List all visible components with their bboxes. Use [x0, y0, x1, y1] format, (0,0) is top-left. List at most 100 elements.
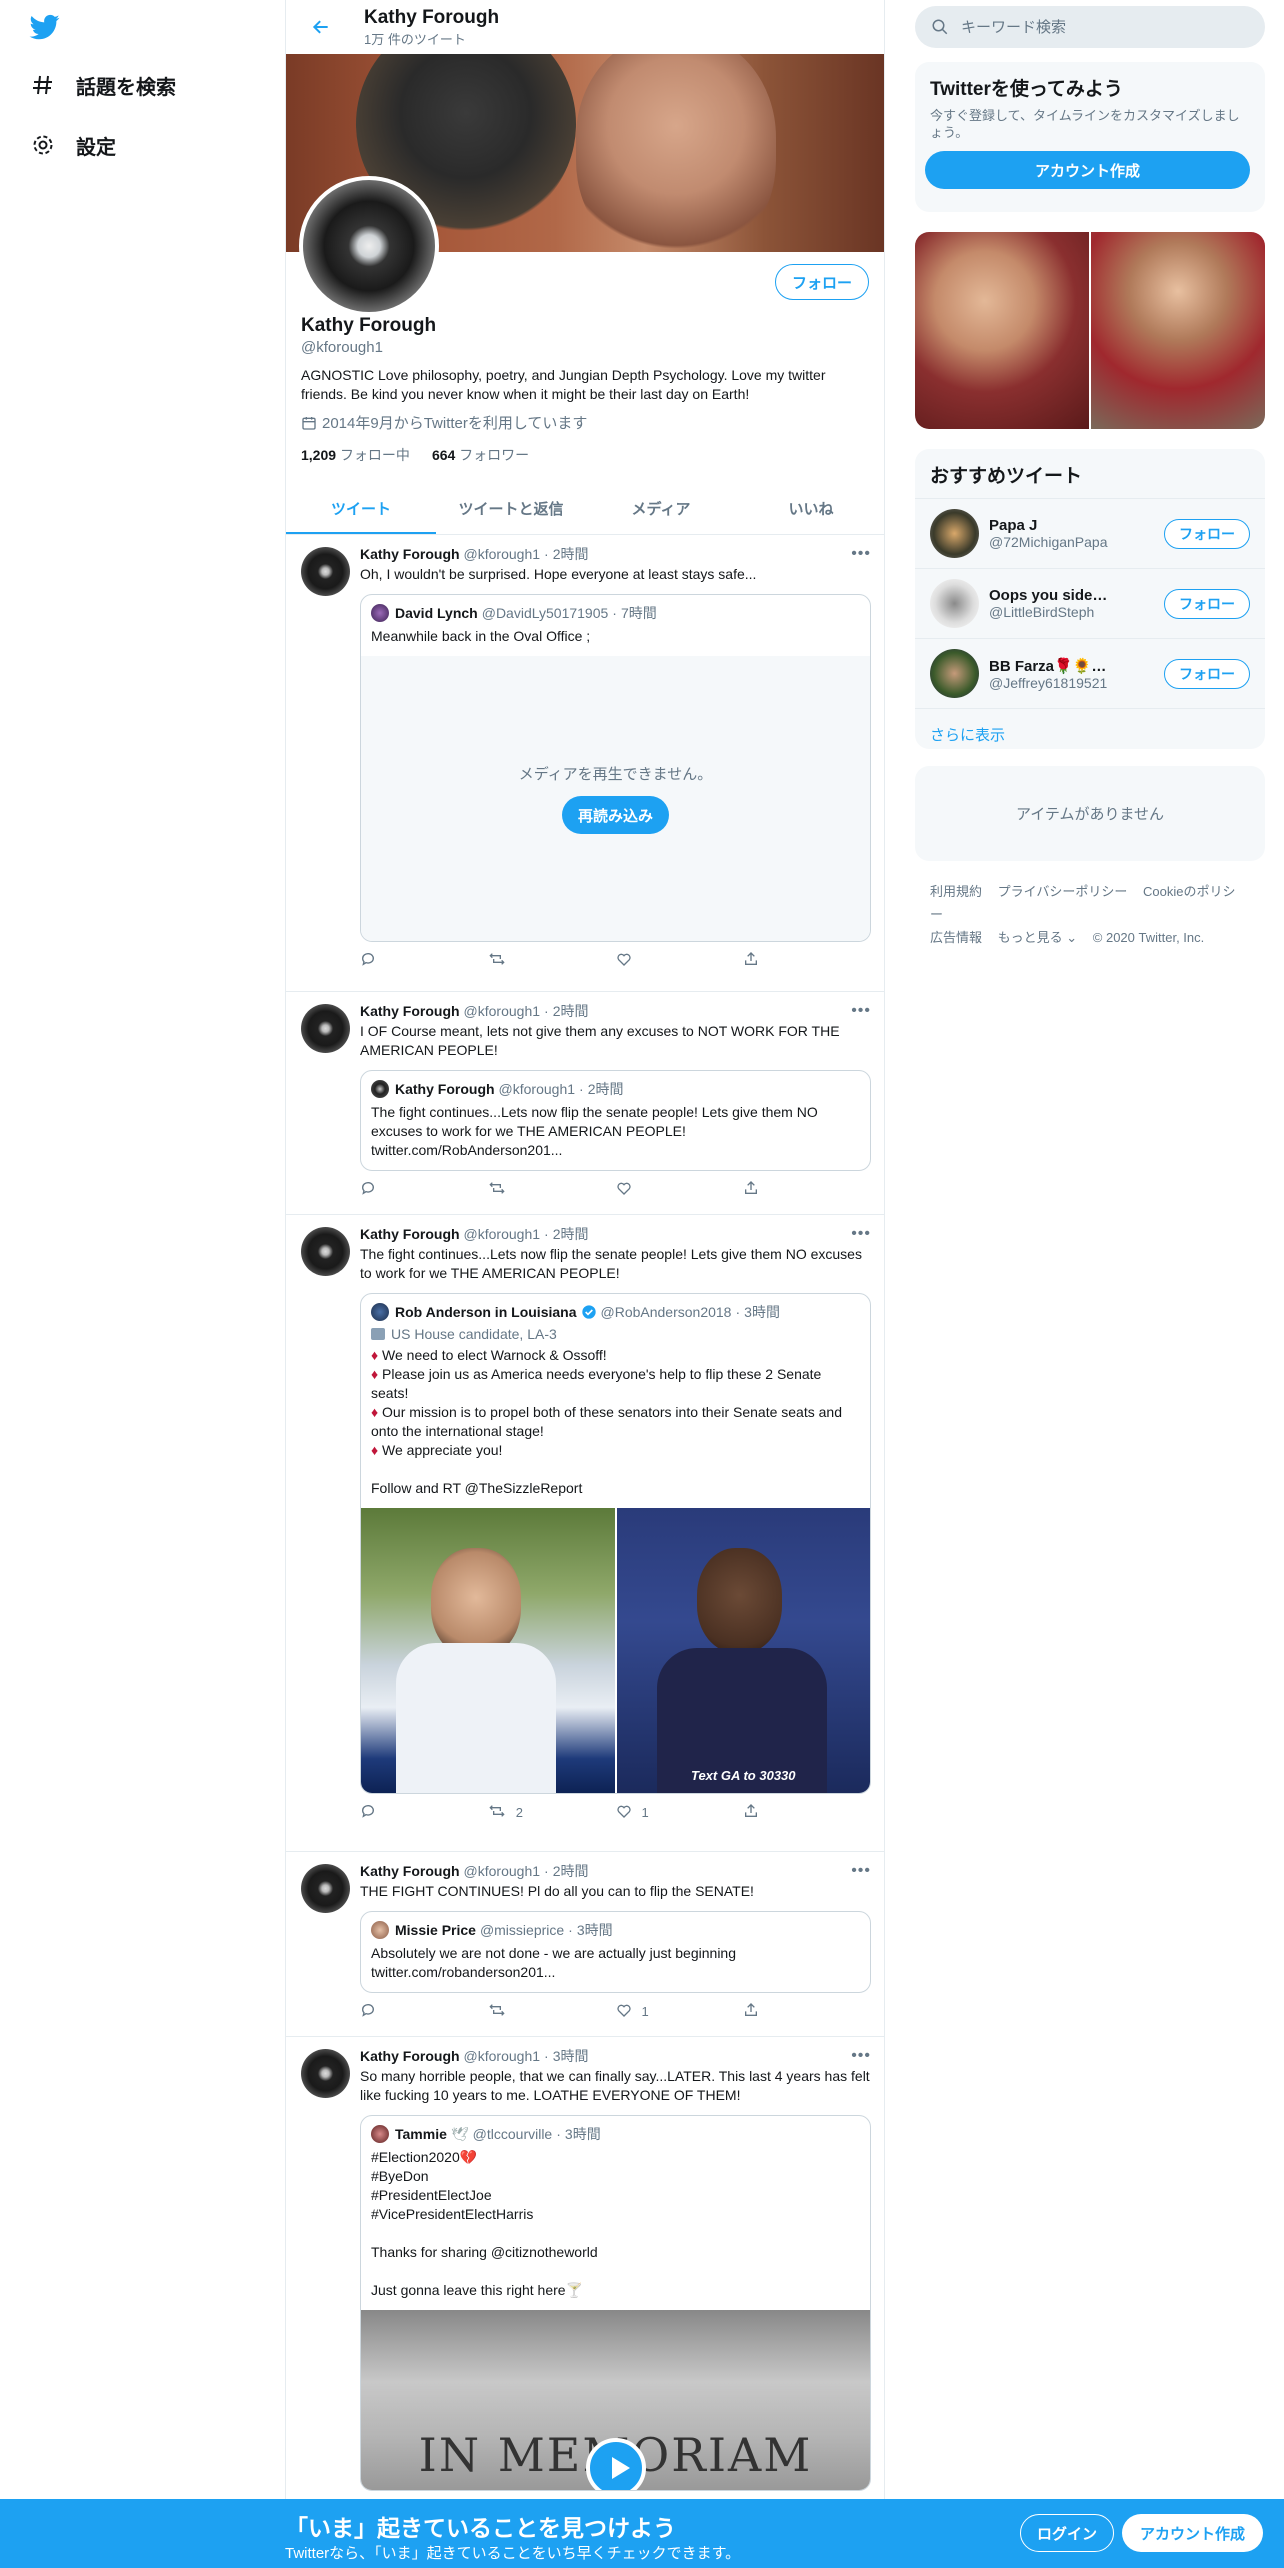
more-options-icon[interactable]: •••	[851, 1225, 871, 1243]
tweet-author-name[interactable]: Kathy Forough	[360, 1862, 460, 1880]
share-button[interactable]	[743, 2002, 871, 2021]
tweet-time[interactable]: 3時間	[553, 2047, 589, 2065]
more-options-icon[interactable]: •••	[851, 2047, 871, 2065]
reply-button[interactable]	[360, 1180, 488, 1199]
reply-button[interactable]	[360, 1803, 488, 1822]
followers-link[interactable]: 664 フォロワー	[432, 445, 529, 465]
follow-button[interactable]: フォロー	[1164, 588, 1250, 619]
nav-settings[interactable]: 設定	[28, 125, 116, 165]
show-more-link[interactable]: さらに表示	[915, 708, 1265, 749]
nav-explore[interactable]: 話題を検索	[28, 65, 176, 105]
quoted-tweet[interactable]: Tammie 🕊 @tlccourville · 3時間 #Election20…	[360, 2115, 871, 2491]
tweet-header: Kathy Forough @kforough1 · 2時間	[360, 1002, 589, 1020]
like-button[interactable]: 1	[616, 2002, 744, 2021]
tab-media[interactable]: メディア	[586, 482, 736, 534]
tweet-avatar[interactable]	[301, 1004, 350, 1053]
tab-tweets[interactable]: ツイート	[286, 482, 436, 534]
tweet[interactable]: ••• Kathy Forough @kforough1 · 2時間 Oh, I…	[286, 535, 884, 992]
like-button[interactable]	[616, 951, 744, 970]
followers-count: 664	[431, 447, 456, 463]
quoted-tweet[interactable]: Kathy Forough @kforough1 · 2時間 The fight…	[360, 1070, 871, 1171]
tweet-avatar[interactable]	[301, 547, 350, 596]
like-button[interactable]: 1	[616, 1803, 744, 1822]
photo-warnock[interactable]: Text GA to 30330	[616, 1508, 870, 1793]
tweet-avatar[interactable]	[301, 2049, 350, 2098]
retweet-icon	[488, 2002, 506, 2021]
reload-button[interactable]: 再読み込み	[561, 796, 669, 834]
reply-button[interactable]	[360, 951, 488, 970]
footer-link-terms[interactable]: 利用規約	[930, 884, 982, 899]
tweet-actions	[360, 942, 871, 978]
more-options-icon[interactable]: •••	[851, 1862, 871, 1880]
retweet-button[interactable]: 2	[488, 1803, 616, 1822]
like-button[interactable]	[616, 1180, 744, 1199]
reply-icon	[360, 1180, 376, 1199]
nav-explore-label: 話題を検索	[76, 76, 176, 99]
quote-video[interactable]: IN MEMORIAM	[361, 2310, 870, 2490]
share-button[interactable]	[743, 1180, 871, 1199]
quote-text: Meanwhile back in the Oval Office ;	[371, 628, 591, 644]
tweet-time[interactable]: 2時間	[553, 1225, 589, 1243]
tab-likes[interactable]: いいね	[736, 482, 884, 534]
more-options-icon[interactable]: •••	[851, 545, 871, 563]
recommend-user[interactable]: BB Farza🌹🌻🖐🚩☭ @Jeffrey61819521 フォロー	[915, 638, 1265, 708]
retweet-icon	[488, 1803, 506, 1822]
following-link[interactable]: 1,209 フォロー中	[301, 445, 410, 465]
tweet-time[interactable]: 2時間	[553, 545, 589, 563]
tweet-author-name[interactable]: Kathy Forough	[360, 545, 460, 563]
recommend-user-name: BB Farza🌹🌻🖐🚩☭	[989, 657, 1109, 675]
reply-icon	[360, 951, 376, 970]
footer-link-more[interactable]: もっと見る ⌄	[998, 930, 1078, 945]
tweet-author-name[interactable]: Kathy Forough	[360, 1225, 460, 1243]
more-options-icon[interactable]: •••	[851, 1002, 871, 1020]
tweet-author-name[interactable]: Kathy Forough	[360, 1002, 460, 1020]
tweet-avatar[interactable]	[301, 1227, 350, 1276]
quote-subtitle: US House candidate, LA-3	[371, 1326, 860, 1342]
tweet[interactable]: ••• Kathy Forough @kforough1 · 2時間 The f…	[286, 1215, 884, 1852]
diamond-icon: ♦	[371, 1442, 379, 1458]
quote-author-handle: @kforough1	[498, 1081, 576, 1097]
quoted-tweet[interactable]: Missie Price @missieprice · 3時間 Absolute…	[360, 1911, 871, 1993]
footer-link-ads[interactable]: 広告情報	[930, 930, 982, 945]
login-button[interactable]: ログイン	[1020, 2514, 1115, 2552]
follow-button[interactable]: フォロー	[774, 264, 869, 300]
signup-button[interactable]: アカウント作成	[1122, 2514, 1264, 2552]
gallery-photo[interactable]	[1091, 232, 1265, 429]
share-button[interactable]	[743, 1803, 871, 1822]
nav-settings-label: 設定	[76, 136, 116, 159]
create-account-button[interactable]: アカウント作成	[925, 151, 1250, 189]
quoted-tweet[interactable]: David Lynch @DavidLy50171905 · 7時間 Meanw…	[360, 594, 871, 942]
recommend-user[interactable]: Papa J @72MichiganPapa フォロー	[915, 498, 1265, 568]
tweet[interactable]: ••• Kathy Forough @kforough1 · 2時間 THE F…	[286, 1852, 884, 2037]
play-icon[interactable]	[585, 2438, 646, 2490]
tweet-actions: 2 1	[360, 1794, 871, 1830]
quoted-tweet[interactable]: Rob Anderson in Louisiana @RobAnderson20…	[360, 1293, 871, 1794]
signup-card-title: Twitterを使ってみよう	[930, 79, 1123, 100]
share-button[interactable]	[743, 951, 871, 970]
retweet-button[interactable]	[488, 2002, 616, 2021]
tweet[interactable]: ••• Kathy Forough @kforough1 · 3時間 So ma…	[286, 2037, 884, 2537]
tab-tweets-replies[interactable]: ツイートと返信	[436, 482, 586, 534]
twitter-logo-icon[interactable]	[28, 12, 62, 42]
verified-badge-icon	[581, 1304, 597, 1320]
follow-button[interactable]: フォロー	[1164, 658, 1250, 689]
gallery-photo[interactable]	[915, 232, 1089, 429]
tweet-author-name[interactable]: Kathy Forough	[360, 2047, 460, 2065]
recommend-user[interactable]: Oops you sided with ... @LittleBirdSteph…	[915, 568, 1265, 638]
tweet-avatar[interactable]	[301, 1864, 350, 1913]
retweet-button[interactable]	[488, 1180, 616, 1199]
footer-link-privacy[interactable]: プライバシーポリシー	[998, 884, 1128, 899]
tweet-time[interactable]: 2時間	[553, 1862, 589, 1880]
tweet-author-handle: @kforough1	[463, 1003, 541, 1019]
reply-button[interactable]	[360, 2002, 488, 2021]
retweet-button[interactable]	[488, 951, 616, 970]
search-box[interactable]	[915, 6, 1265, 48]
calendar-icon	[301, 415, 317, 431]
tweet[interactable]: ••• Kathy Forough @kforough1 · 2時間 I OF …	[286, 992, 884, 1215]
back-arrow-icon[interactable]	[306, 12, 336, 42]
search-input[interactable]	[961, 18, 1241, 36]
tweet-time[interactable]: 2時間	[553, 1002, 589, 1020]
follow-button[interactable]: フォロー	[1164, 518, 1250, 549]
photo-ossoff[interactable]	[361, 1508, 615, 1793]
profile-avatar[interactable]	[299, 176, 439, 316]
